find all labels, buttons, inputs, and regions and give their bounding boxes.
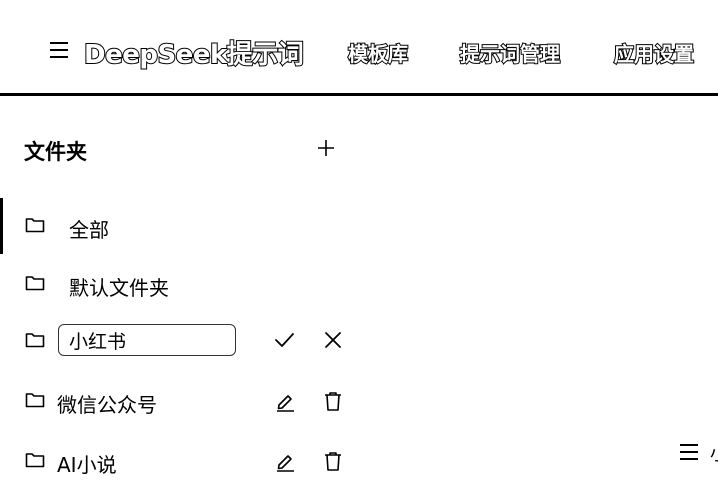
folder-icon [25, 333, 45, 348]
folders-heading: 文件夹 [24, 140, 87, 164]
folder-item-all[interactable]: 全部 [0, 205, 360, 245]
peek-label: 小 [710, 440, 718, 466]
cancel-close-icon[interactable] [322, 329, 344, 351]
folder-icon [25, 393, 45, 408]
folder-label: 默认文件夹 [69, 276, 169, 300]
nav-app-settings[interactable]: 应用设置 [613, 38, 695, 67]
secondary-menu-peek[interactable]: 小 [678, 440, 718, 470]
folder-label: 微信公众号 [57, 393, 157, 417]
menu-icon[interactable] [50, 42, 68, 58]
nav-template-library[interactable]: 模板库 [347, 38, 409, 67]
folder-icon [25, 218, 45, 233]
confirm-check-icon[interactable] [273, 329, 295, 351]
delete-trash-icon[interactable] [322, 450, 344, 472]
folder-item-ai-novel[interactable]: AI小说 [0, 440, 360, 480]
folder-name-input[interactable] [58, 324, 236, 356]
edit-pencil-icon[interactable] [274, 390, 296, 412]
add-folder-icon[interactable] [316, 138, 336, 158]
folder-item-default[interactable]: 默认文件夹 [0, 263, 360, 303]
folder-icon [25, 276, 45, 291]
menu-icon[interactable] [680, 444, 698, 460]
folder-label: AI小说 [57, 453, 117, 477]
nav-prompt-management[interactable]: 提示词管理 [459, 38, 561, 67]
delete-trash-icon[interactable] [322, 390, 344, 412]
edit-pencil-icon[interactable] [274, 450, 296, 472]
app-title[interactable]: DeepSeek提示词 [83, 34, 305, 71]
top-navigation-bar: DeepSeek提示词 模板库 提示词管理 应用设置 [0, 0, 718, 96]
folder-item-wechat[interactable]: 微信公众号 [0, 380, 360, 420]
folder-icon [25, 453, 45, 468]
folder-label: 全部 [69, 218, 109, 242]
